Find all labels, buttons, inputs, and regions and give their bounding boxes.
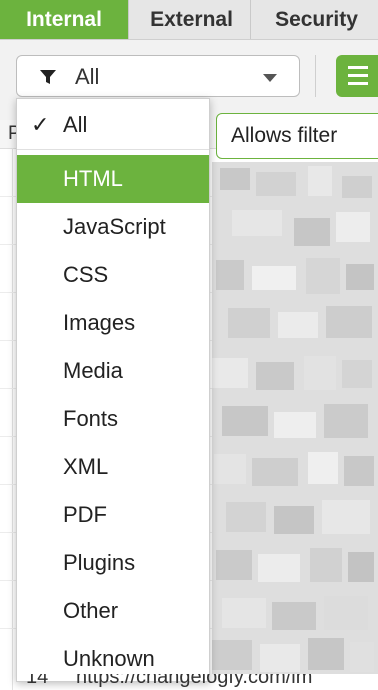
dropdown-item-html[interactable]: HTML [17, 155, 209, 203]
redacted-content [212, 162, 378, 674]
dropdown-item-label: JavaScript [63, 214, 166, 239]
dropdown-item-label: CSS [63, 262, 109, 287]
chevron-down-icon [263, 74, 277, 82]
list-icon [348, 66, 368, 69]
toolbar-divider [315, 55, 316, 97]
funnel-icon [40, 70, 56, 84]
list-icon-line [348, 74, 368, 77]
dropdown-item-label: Other [63, 598, 119, 623]
dropdown-item-media[interactable]: Media [17, 347, 209, 395]
dropdown-item-pdf[interactable]: PDF [17, 491, 209, 539]
dropdown-item-other[interactable]: Other [17, 587, 209, 635]
view-toggle-button[interactable] [336, 55, 378, 97]
dropdown-item-label: XML [63, 454, 109, 479]
dropdown-item-fonts[interactable]: Fonts [17, 395, 209, 443]
list-icon-line [348, 82, 368, 85]
dropdown-item-xml[interactable]: XML [17, 443, 209, 491]
dropdown-item-label: Fonts [63, 406, 119, 431]
row-url: https://changelogfy.com/im [76, 674, 313, 688]
dropdown-item-label: HTML [63, 166, 123, 191]
dropdown-item-label: All [63, 112, 88, 137]
dropdown-item-all[interactable]: ✓ All [17, 101, 209, 149]
dropdown-divider [17, 149, 209, 150]
filter-tooltip: Allows filter [216, 113, 378, 159]
checkmark-icon: ✓ [31, 112, 50, 137]
tab-security[interactable]: Security [255, 0, 378, 39]
dropdown-item-css[interactable]: CSS [17, 251, 209, 299]
dropdown-item-plugins[interactable]: Plugins [17, 539, 209, 587]
dropdown-item-label: Plugins [63, 550, 136, 575]
dropdown-item-label: PDF [63, 502, 107, 527]
dropdown-item-javascript[interactable]: JavaScript [17, 203, 209, 251]
dropdown-item-label: Images [63, 310, 136, 335]
filter-dropdown-menu: ✓ All HTML JavaScript CSS Images Media F… [16, 98, 210, 682]
filter-dropdown[interactable]: All [16, 55, 300, 97]
tab-internal[interactable]: Internal [0, 0, 129, 39]
tab-bar: Internal External Security [0, 0, 378, 40]
table-row[interactable]: 14 https://changelogfy.com/im [0, 674, 378, 690]
filter-selected-value: All [75, 64, 100, 89]
dropdown-item-images[interactable]: Images [17, 299, 209, 347]
row-number: 14 [26, 674, 49, 688]
column-divider [12, 148, 13, 690]
tab-external[interactable]: External [133, 0, 251, 39]
dropdown-item-label: Media [63, 358, 123, 383]
